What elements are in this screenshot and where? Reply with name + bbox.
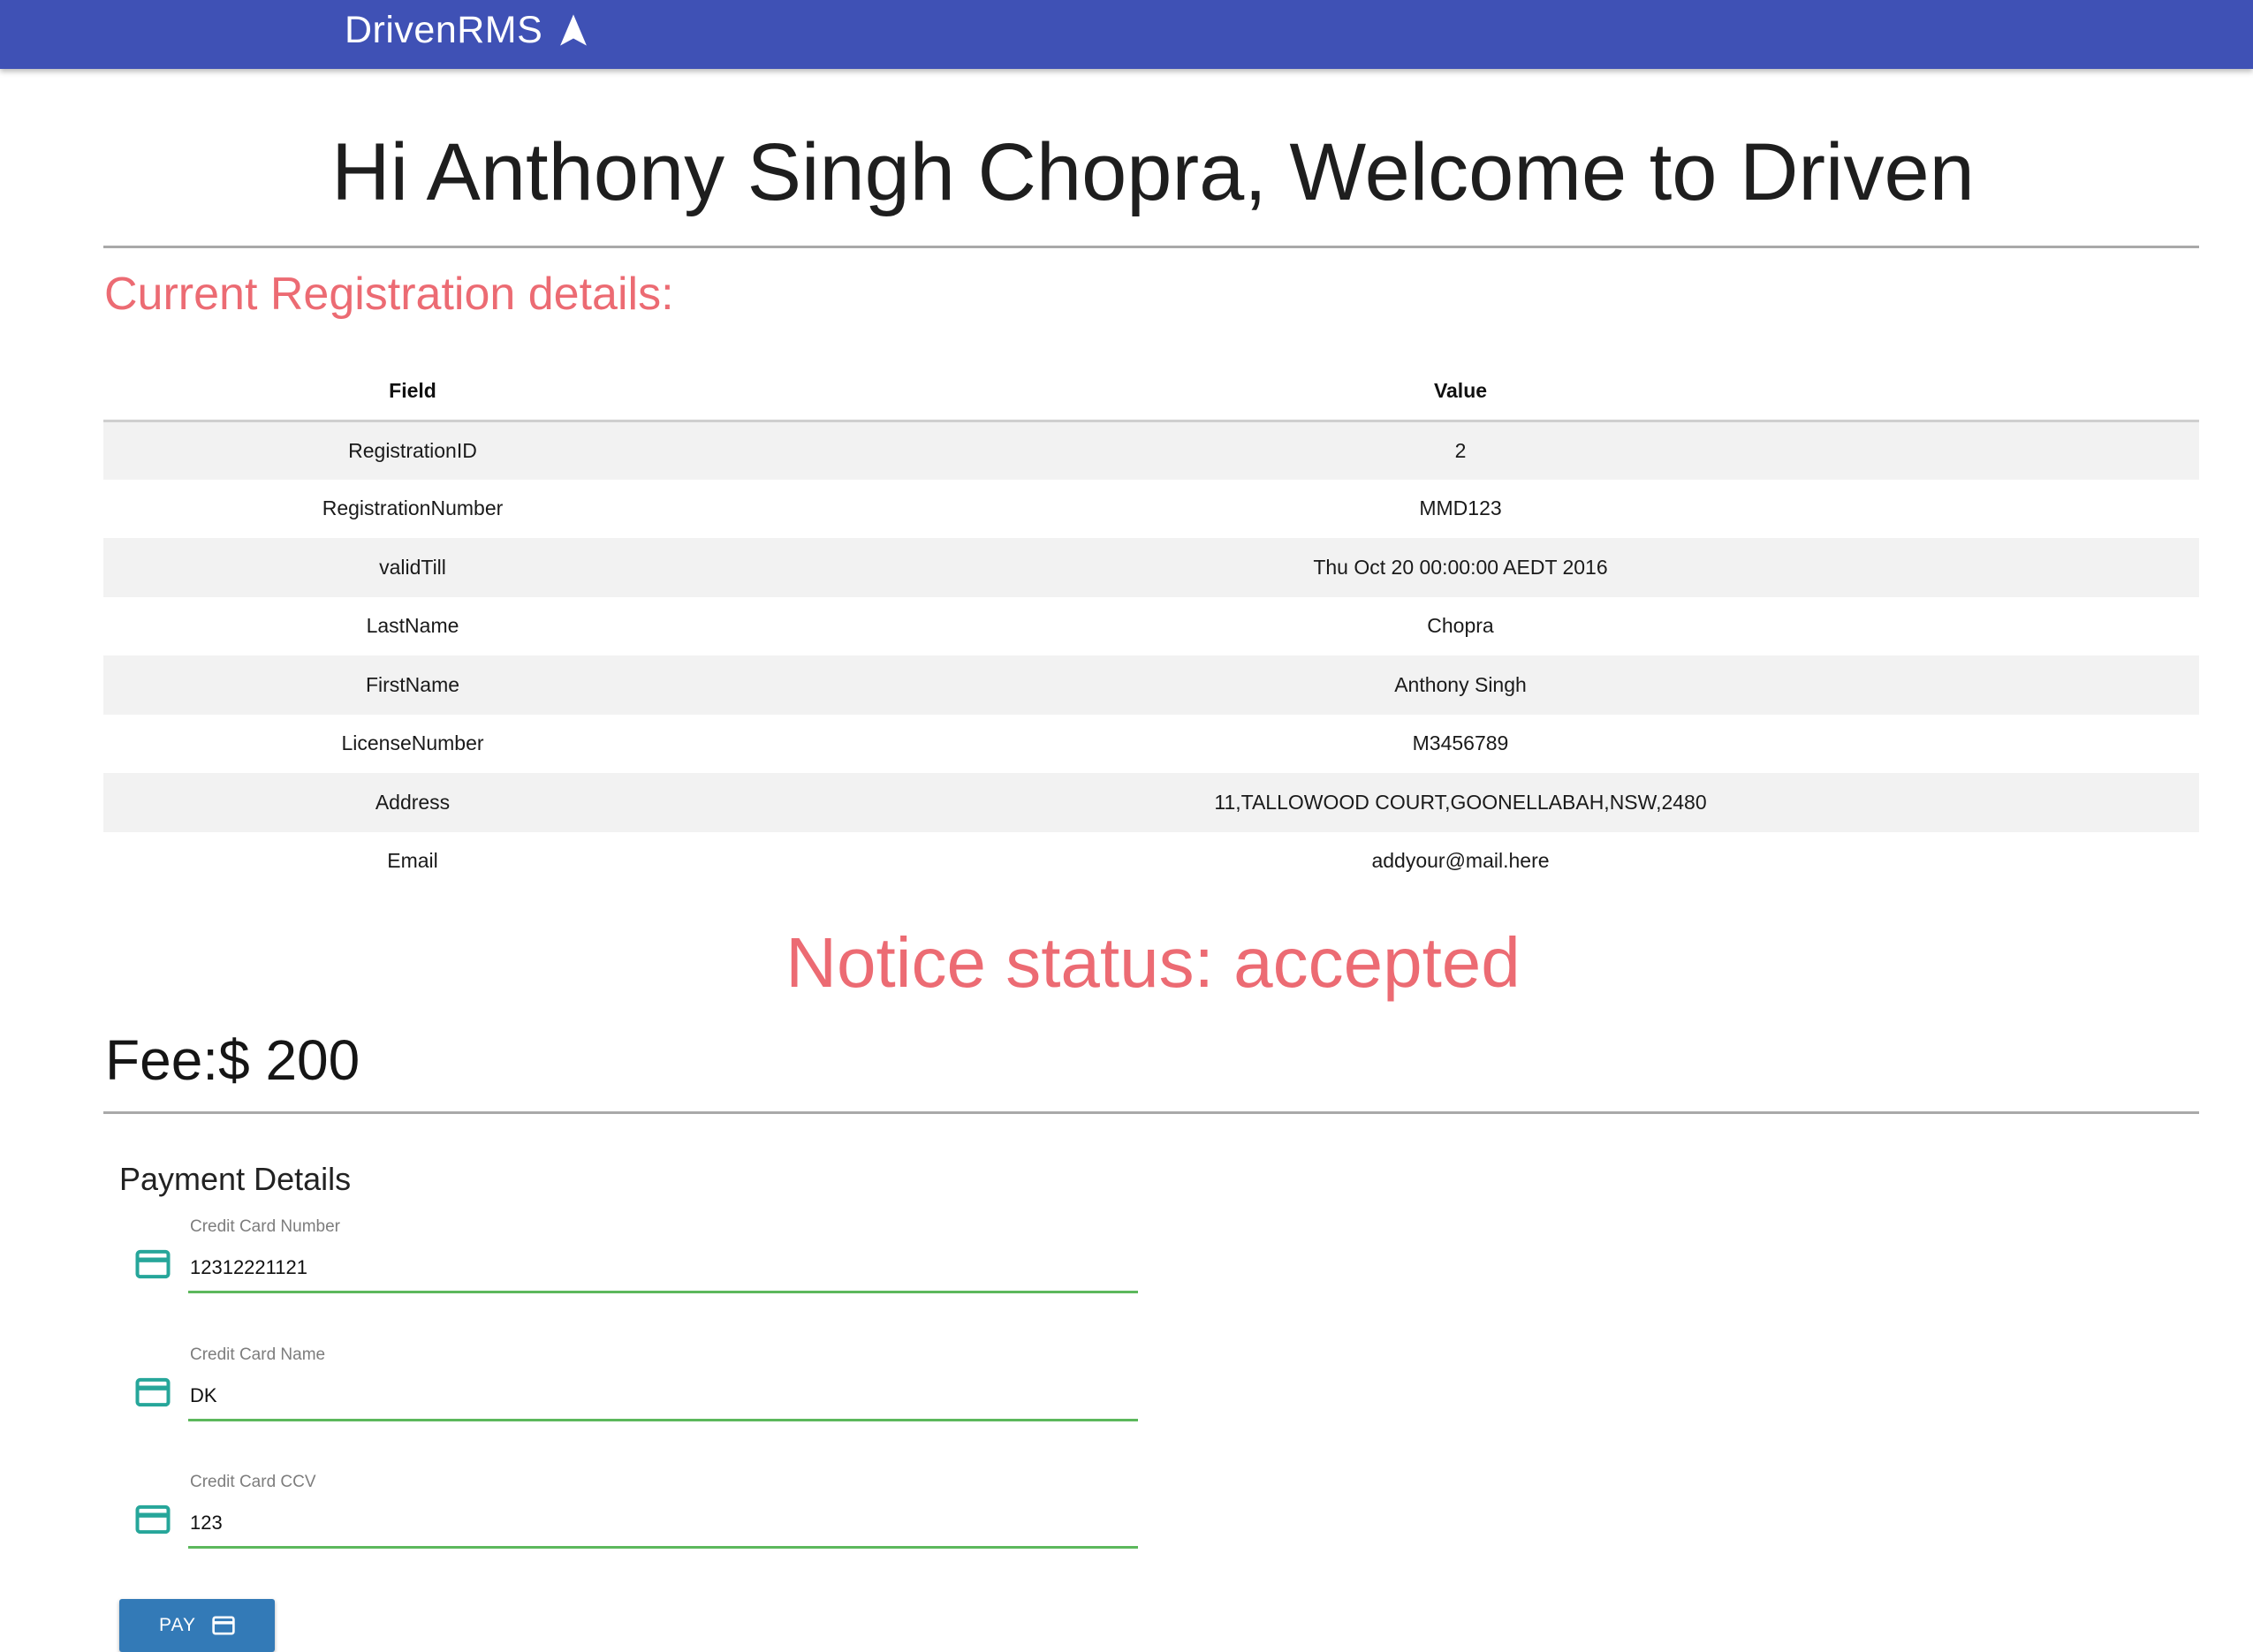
credit-card-number-input[interactable] (188, 1244, 1138, 1293)
notice-status: Notice status: accepted (785, 923, 1521, 1002)
credit-card-ccv-label: Credit Card CCV (190, 1473, 316, 1491)
brand-name: DrivenRMS (345, 8, 543, 51)
table-row: RegistrationID 2 (103, 421, 2199, 480)
credit-card-ccv-input[interactable] (188, 1499, 1138, 1549)
value-cell: Chopra (1427, 614, 1494, 638)
table-row: LicenseNumber M3456789 (103, 715, 2199, 774)
table-row: Address 11,TALLOWOOD COURT,GOONELLABAH,N… (103, 773, 2199, 832)
value-cell: Thu Oct 20 00:00:00 AEDT 2016 (722, 538, 2199, 597)
credit-card-number-label: Credit Card Number (190, 1217, 340, 1236)
registration-table: Field Value RegistrationID 2 Registratio… (103, 362, 2199, 890)
table-row: RegistrationNumber MMD123 (103, 480, 2199, 539)
pay-button-label: PAY (159, 1615, 196, 1635)
table-row: FirstName Anthony Singh (103, 655, 2199, 715)
credit-card-icon (135, 1504, 171, 1535)
field-cell: RegistrationID (103, 421, 722, 480)
value-cell: MMD123 (1419, 496, 1502, 520)
table-row: Email addyour@mail.here (103, 832, 2199, 891)
credit-card-number-field: Credit Card Number (119, 1217, 1140, 1306)
field-cell: RegistrationNumber (322, 496, 504, 520)
credit-card-icon (212, 1616, 235, 1635)
credit-card-icon (135, 1249, 171, 1279)
column-header-field: Field (103, 362, 722, 422)
credit-card-name-label: Credit Card Name (190, 1345, 326, 1364)
divider (103, 246, 2199, 248)
navigation-arrow-icon (560, 14, 588, 46)
welcome-heading: Hi Anthony Singh Chopra, Welcome to Driv… (331, 127, 1975, 217)
value-cell: 2 (722, 421, 2199, 480)
credit-card-name-input[interactable] (188, 1372, 1138, 1421)
payment-details-title: Payment Details (119, 1161, 352, 1197)
credit-card-icon (135, 1377, 171, 1407)
column-header-value: Value (722, 362, 2199, 422)
table-header-row: Field Value (103, 362, 2199, 422)
divider (103, 1111, 2199, 1114)
brand[interactable]: DrivenRMS (345, 5, 588, 55)
field-cell: LastName (366, 614, 459, 638)
field-cell: LicenseNumber (341, 731, 484, 755)
field-cell: FirstName (103, 655, 722, 715)
pay-button[interactable]: PAY (119, 1599, 275, 1652)
credit-card-ccv-field: Credit Card CCV (119, 1473, 1140, 1561)
value-cell: addyour@mail.here (1371, 849, 1550, 873)
table-row: LastName Chopra (103, 597, 2199, 656)
field-cell: Email (387, 849, 438, 873)
fee-amount: Fee:$ 200 (105, 1028, 360, 1092)
credit-card-name-field: Credit Card Name (119, 1345, 1140, 1434)
field-cell: validTill (103, 538, 722, 597)
value-cell: M3456789 (1412, 731, 1509, 755)
top-app-bar: DrivenRMS (0, 0, 2253, 69)
registration-section-title: Current Registration details: (104, 269, 674, 320)
table-row: validTill Thu Oct 20 00:00:00 AEDT 2016 (103, 538, 2199, 597)
value-cell: Anthony Singh (722, 655, 2199, 715)
value-cell: 11,TALLOWOOD COURT,GOONELLABAH,NSW,2480 (722, 773, 2199, 832)
field-cell: Address (103, 773, 722, 832)
